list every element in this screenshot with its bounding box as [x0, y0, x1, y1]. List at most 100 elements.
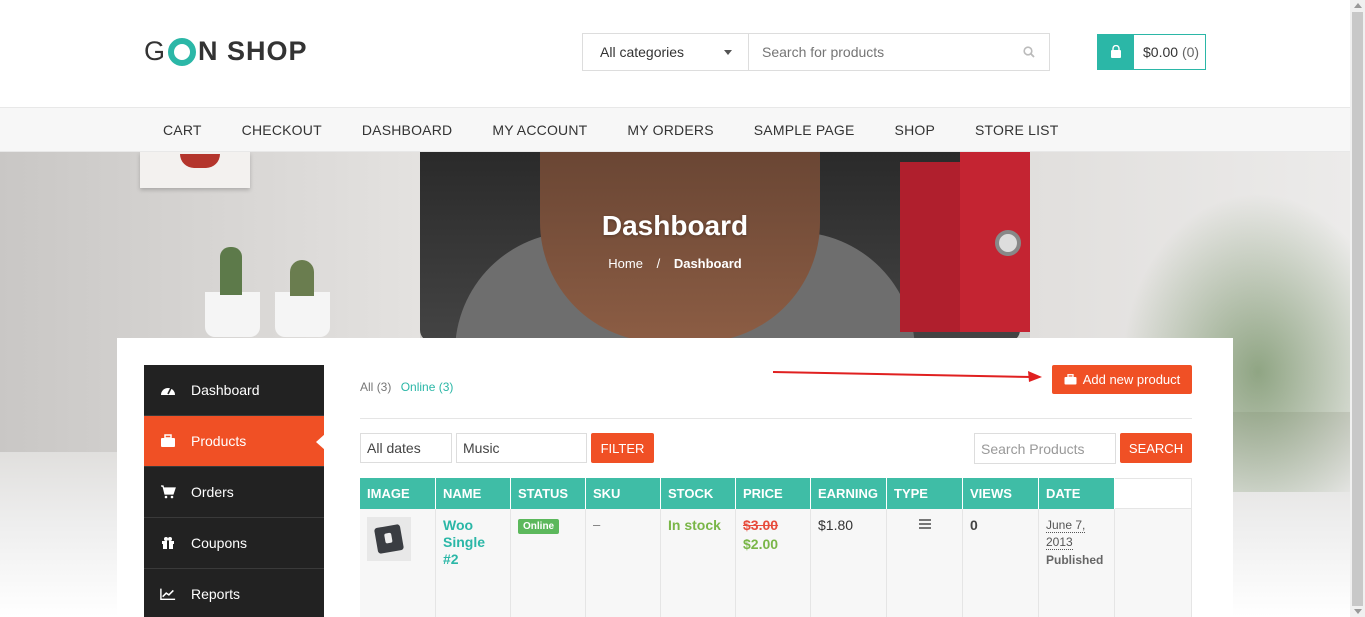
- scrollbar-thumb[interactable]: [1352, 12, 1363, 606]
- cart-icon: [160, 484, 176, 500]
- hero-bg-frame: [140, 152, 250, 188]
- column-header-price: PRICE: [736, 478, 811, 509]
- page-title: Dashboard: [601, 210, 749, 241]
- dashboard-icon: [160, 382, 176, 398]
- nav-checkout[interactable]: CHECKOUT: [222, 122, 342, 138]
- stock-status: In stock: [668, 517, 721, 533]
- category-filter-select[interactable]: Music: [456, 433, 587, 463]
- column-header-actions: [1115, 478, 1192, 509]
- column-header-stock: STOCK: [661, 478, 736, 509]
- filter-all-link[interactable]: All (3): [360, 380, 391, 394]
- status-filter-links: All (3) Online (3): [360, 380, 453, 394]
- cart-amount: $0.00: [1143, 44, 1179, 60]
- products-table: IMAGE NAME STATUS SKU STOCK PRICE EARNIN…: [360, 478, 1192, 617]
- site-logo[interactable]: G N SHOP: [144, 36, 308, 67]
- column-header-date: DATE: [1039, 478, 1115, 509]
- logo-text-right: N SHOP: [198, 36, 308, 66]
- hero-bg-binder: [900, 162, 960, 332]
- scroll-down-icon[interactable]: [1354, 609, 1362, 614]
- breadcrumb: Home / Dashboard: [0, 256, 1350, 271]
- hero-bg-pot: [205, 292, 260, 337]
- table-row: Woo Single #2 Online – In stock $3.00 $2…: [360, 509, 1192, 617]
- nav-store-list[interactable]: STORE LIST: [955, 122, 1078, 138]
- hero-bg-binder: [960, 152, 1030, 332]
- column-header-name: NAME: [436, 478, 511, 509]
- site-header: G N SHOP All categories $0.00 (0): [0, 0, 1350, 107]
- mini-cart[interactable]: $0.00 (0): [1097, 34, 1206, 70]
- sidebar-item-products[interactable]: Products: [144, 416, 325, 467]
- cart-count: (0): [1181, 44, 1200, 60]
- table-header: IMAGE NAME STATUS SKU STOCK PRICE EARNIN…: [360, 478, 1192, 509]
- briefcase-icon: [160, 433, 176, 449]
- chart-icon: [160, 586, 176, 602]
- category-select-value: All categories: [600, 44, 685, 60]
- page: G N SHOP All categories $0.00 (0): [0, 0, 1365, 617]
- cell-views: 0: [963, 509, 1039, 617]
- cell-type: [887, 509, 963, 617]
- search-products-input[interactable]: Search Products: [974, 433, 1116, 464]
- column-header-views: VIEWS: [963, 478, 1039, 509]
- nav-my-account[interactable]: MY ACCOUNT: [472, 122, 607, 138]
- sidebar-item-orders[interactable]: Orders: [144, 467, 324, 518]
- views-value: 0: [970, 517, 978, 533]
- breadcrumb-separator: /: [656, 256, 661, 271]
- cell-price: $3.00 $2.00: [736, 509, 811, 617]
- cell-date: June 7, 2013 Published: [1039, 509, 1115, 617]
- column-header-sku: SKU: [586, 478, 661, 509]
- cell-stock: In stock: [661, 509, 736, 617]
- date-filter-select[interactable]: All dates: [360, 433, 452, 463]
- nav-cart[interactable]: CART: [143, 122, 222, 138]
- filter-online-link[interactable]: Online (3): [401, 380, 454, 394]
- cell-name: Woo Single #2: [436, 509, 511, 617]
- product-name-link[interactable]: Woo Single #2: [443, 517, 503, 568]
- nav-my-orders[interactable]: MY ORDERS: [607, 122, 733, 138]
- logo-ring-icon: [168, 37, 197, 66]
- briefcase-icon: [1064, 374, 1077, 385]
- column-header-type: TYPE: [887, 478, 963, 509]
- hero-bg-pot: [275, 292, 330, 337]
- dashboard-sidebar: Dashboard Products Orders Coupons Report…: [144, 365, 325, 617]
- dashboard-card: Dashboard Products Orders Coupons Report…: [117, 338, 1233, 617]
- main-nav: CART CHECKOUT DASHBOARD MY ACCOUNT MY OR…: [0, 107, 1350, 152]
- nav-sample-page[interactable]: SAMPLE PAGE: [734, 122, 875, 138]
- product-thumbnail[interactable]: [367, 517, 411, 561]
- breadcrumb-home[interactable]: Home: [608, 256, 643, 271]
- divider: [360, 418, 1192, 419]
- sidebar-item-label: Dashboard: [191, 382, 260, 398]
- earning-value: $1.80: [818, 517, 854, 533]
- page-scrollbar[interactable]: [1350, 0, 1365, 617]
- search-button[interactable]: SEARCH: [1120, 433, 1192, 463]
- search-icon[interactable]: [1009, 34, 1049, 70]
- product-type-icon: [894, 517, 955, 529]
- scroll-up-icon[interactable]: [1354, 3, 1362, 8]
- sidebar-item-label: Products: [191, 433, 247, 449]
- nav-dashboard[interactable]: DASHBOARD: [342, 122, 472, 138]
- sale-price: $2.00: [743, 536, 779, 552]
- product-date: June 7, 2013: [1046, 518, 1086, 550]
- column-header-status: STATUS: [511, 478, 586, 509]
- annotation-arrow-icon: [772, 371, 1042, 382]
- publish-status: Published: [1046, 553, 1104, 567]
- sidebar-item-label: Reports: [191, 586, 241, 602]
- sidebar-item-label: Coupons: [191, 535, 248, 551]
- sidebar-item-coupons[interactable]: Coupons: [144, 518, 324, 569]
- cell-status: Online: [511, 509, 586, 617]
- breadcrumb-current: Dashboard: [673, 256, 742, 271]
- shopping-bag-icon: [1098, 35, 1134, 69]
- cell-sku: –: [586, 509, 661, 617]
- add-new-product-label: Add new product: [1082, 372, 1181, 387]
- category-select[interactable]: All categories: [583, 34, 749, 70]
- product-search-bar: All categories: [582, 33, 1050, 71]
- caret-down-icon: [724, 50, 732, 55]
- sidebar-item-reports[interactable]: Reports: [144, 569, 324, 617]
- filter-button[interactable]: FILTER: [591, 433, 654, 463]
- column-header-image: IMAGE: [360, 478, 436, 509]
- cell-image: [360, 509, 436, 617]
- column-header-earning: EARNING: [811, 478, 887, 509]
- search-input[interactable]: [749, 34, 1009, 70]
- add-new-product-button[interactable]: Add new product: [1052, 365, 1192, 394]
- regular-price: $3.00: [743, 517, 779, 533]
- nav-shop[interactable]: SHOP: [875, 122, 955, 138]
- logo-text-left: G: [144, 36, 167, 66]
- sidebar-item-dashboard[interactable]: Dashboard: [144, 365, 324, 416]
